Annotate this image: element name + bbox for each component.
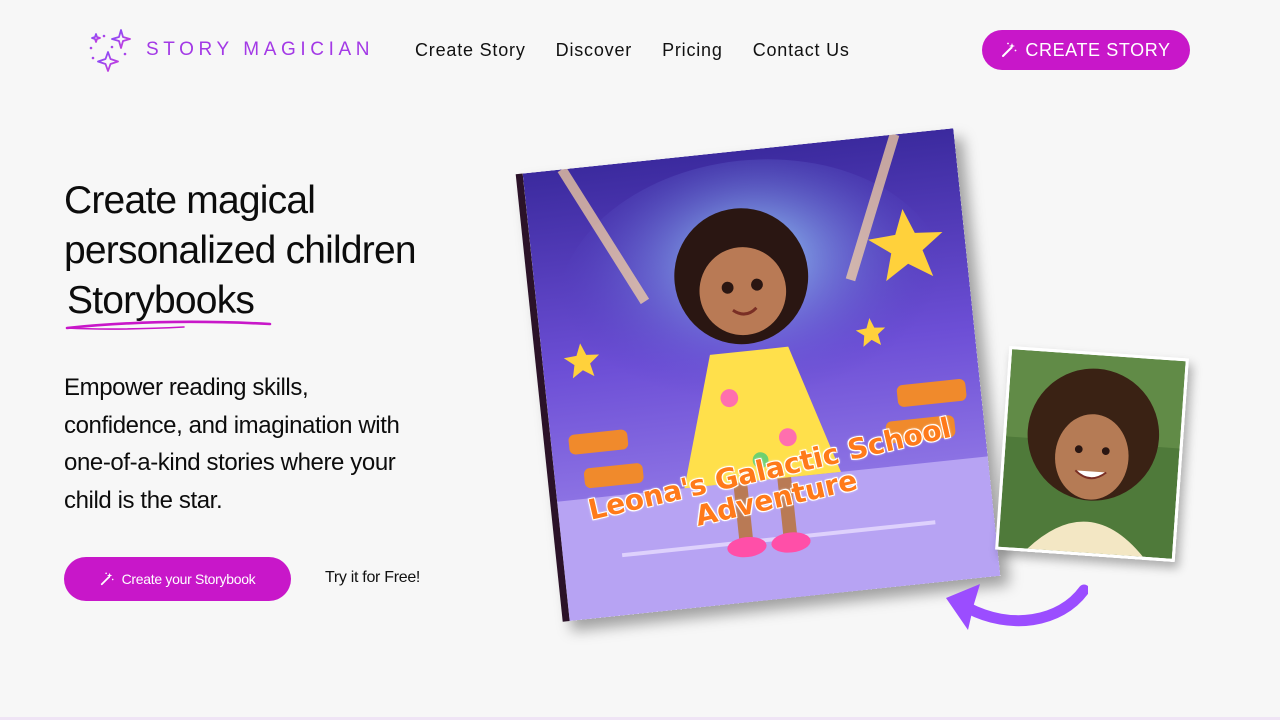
hero-title-highlight: Storybooks (64, 276, 272, 330)
hero-title-line-2: personalized children (64, 229, 417, 272)
nav-discover[interactable]: Discover (556, 38, 632, 62)
main-nav: Create Story Discover Pricing Contact Us (415, 38, 850, 62)
nav-create-story[interactable]: Create Story (415, 38, 526, 62)
hero-subtitle: Empower reading skills, confidence, and … (64, 374, 400, 514)
squiggle-underline (65, 320, 272, 330)
hero-title-highlight-text: Storybooks (67, 279, 255, 322)
nav-contact-us[interactable]: Contact Us (753, 38, 850, 62)
hero-cta-label: Create your Storybook (121, 571, 256, 587)
child-photo-illustration (998, 349, 1186, 559)
hero-title: Create magical personalized children Sto… (64, 176, 484, 330)
curved-arrow-icon (946, 584, 1088, 630)
header-cta-label: CREATE STORY (1025, 39, 1171, 60)
child-photo (995, 345, 1189, 563)
try-free-link[interactable]: Try it for Free! (325, 569, 420, 587)
brand-logo[interactable]: STORY MAGICIAN (88, 28, 374, 72)
brand-name: STORY MAGICIAN (146, 39, 375, 60)
header-create-story-button[interactable]: CREATE STORY (982, 30, 1190, 70)
sparkles-icon (89, 29, 131, 72)
hero-title-line-1: Create magical (64, 179, 316, 222)
storybook-cover-image: Leona's Galactic School Adventure (515, 128, 1001, 622)
magic-wand-icon (1002, 42, 1017, 57)
magic-wand-icon (100, 572, 114, 586)
create-storybook-button[interactable]: Create your Storybook (64, 557, 291, 601)
nav-pricing[interactable]: Pricing (662, 38, 723, 62)
